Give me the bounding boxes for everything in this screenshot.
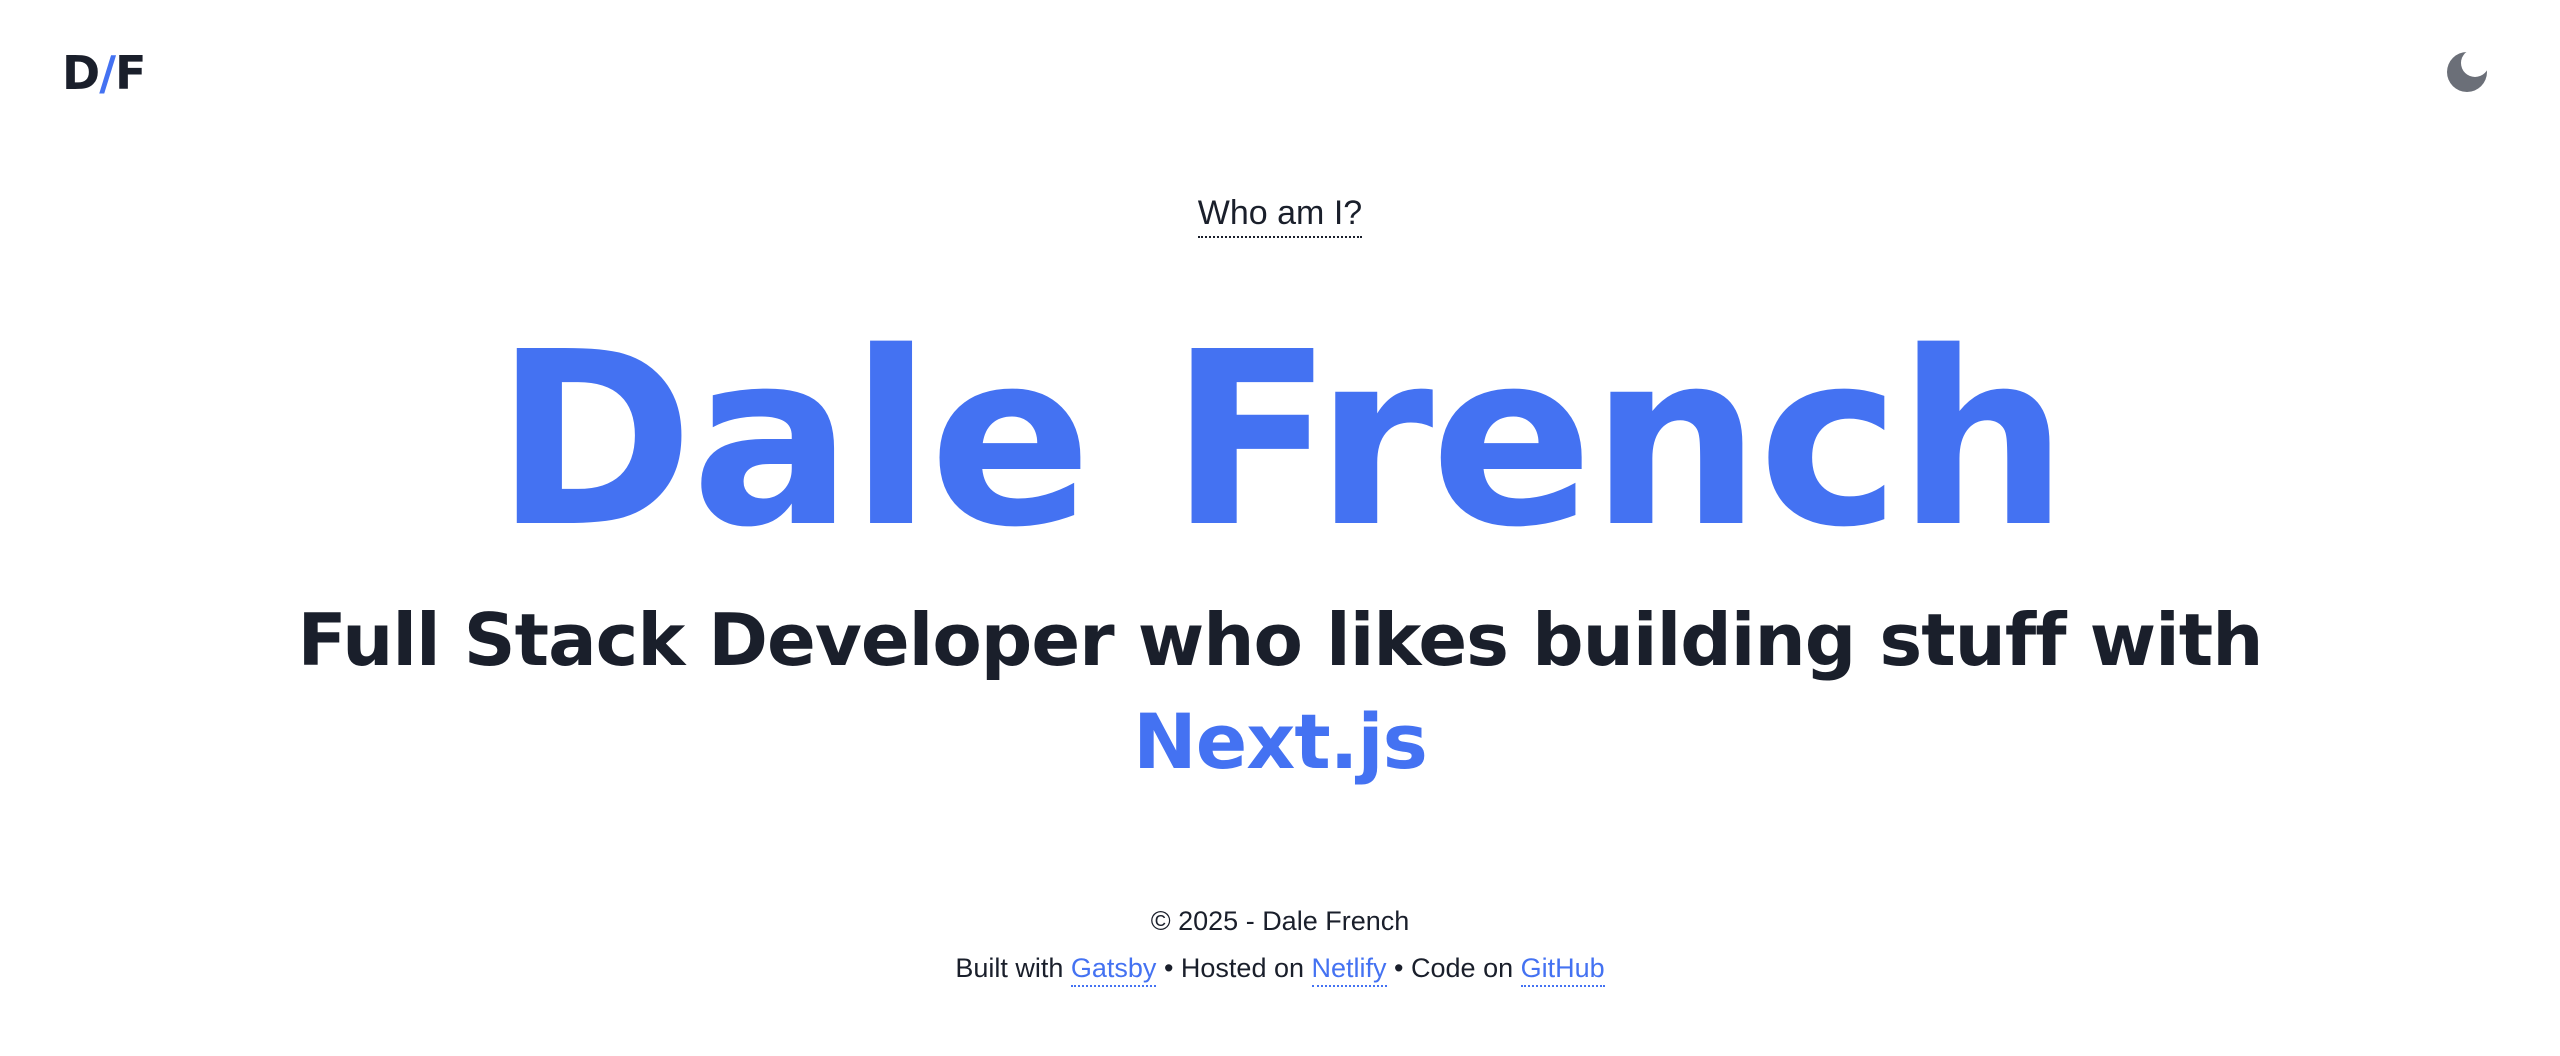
site-logo[interactable]: D/F: [62, 50, 146, 96]
hero-subtitle: Full Stack Developer who likes building …: [297, 598, 2264, 682]
hero-technology: Next.js: [1133, 697, 1428, 786]
moon-icon: [2447, 52, 2487, 92]
footer-copyright: © 2025 - Dale French: [1150, 906, 1410, 936]
logo-slash: /: [99, 46, 116, 100]
footer: © 2025 - Dale French Built with Gatsby •…: [0, 906, 2560, 987]
footer-separator: •: [1163, 953, 1174, 983]
footer-credits: Built with Gatsby • Hosted on Netlify • …: [0, 953, 2560, 987]
hero-name: Dale French: [494, 300, 2068, 580]
built-with-label: Built with: [955, 953, 1064, 983]
page: D/F Who am I? Dale French Full Stack Dev…: [0, 0, 2560, 1056]
logo-letter-d: D: [62, 46, 100, 100]
code-on-label: Code on: [1411, 953, 1514, 983]
github-link[interactable]: GitHub: [1520, 953, 1605, 987]
theme-toggle-button[interactable]: [2445, 50, 2489, 94]
footer-separator: •: [1394, 953, 1404, 983]
netlify-link[interactable]: Netlify: [1311, 953, 1387, 987]
hosted-on-label: Hosted on: [1180, 953, 1304, 983]
who-am-i-section: Who am I?: [0, 194, 2560, 238]
logo-letter-f: F: [115, 46, 146, 100]
who-am-i-link[interactable]: Who am I?: [1197, 194, 1363, 238]
gatsby-link[interactable]: Gatsby: [1070, 953, 1157, 987]
